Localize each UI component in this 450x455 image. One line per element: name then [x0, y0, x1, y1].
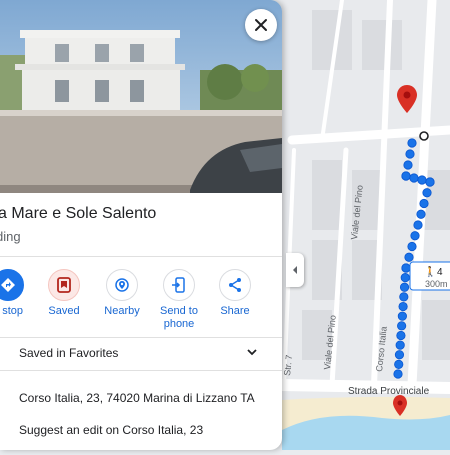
chevron-down-icon[interactable] [246, 346, 258, 358]
address-row[interactable]: Corso Italia, 23, 74020 Marina di Lizzan… [19, 391, 255, 405]
saved-label: Saved [48, 305, 80, 317]
walk-duration-badge[interactable]: 🚶 4 300m [409, 261, 450, 291]
house-photo-image [0, 0, 282, 193]
place-category: ding [0, 229, 21, 244]
directions-button[interactable]: d stop [0, 269, 38, 318]
route-dot [395, 340, 405, 350]
saved-in-favorites-row[interactable]: Saved in Favorites [19, 346, 118, 360]
directions-label: d stop [0, 305, 23, 317]
nearby-label: Nearby [104, 305, 140, 317]
route-dot [419, 198, 429, 209]
send-to-phone-icon [163, 269, 195, 301]
collapse-panel-button[interactable] [286, 253, 304, 287]
route-dot [394, 359, 404, 369]
start-point-icon [419, 131, 429, 141]
nearby-icon [106, 269, 138, 301]
route-dot [422, 188, 432, 198]
map-view[interactable]: Viale del Pino Viale del Pino Corso Ital… [276, 0, 450, 450]
walk-icon: 🚶 [424, 265, 436, 278]
directions-icon [0, 269, 24, 301]
chevron-left-icon [293, 266, 297, 274]
route-dot [407, 138, 417, 148]
route-dot [399, 282, 410, 292]
share-label: Share [220, 305, 250, 317]
walk-duration: 4 [437, 267, 443, 278]
divider [0, 370, 282, 371]
route-dot [416, 209, 426, 219]
route-dot [404, 252, 414, 262]
route-dot [397, 311, 407, 321]
bookmark-icon [48, 269, 80, 301]
divider [0, 256, 282, 257]
send-to-phone-label: Send to phone [149, 305, 209, 331]
route-dot [407, 241, 417, 252]
route-dot [397, 321, 407, 331]
map-label-strada-provinciale: Strada Provinciale [348, 386, 430, 397]
route-dot [417, 175, 427, 185]
saved-button[interactable]: Saved [34, 269, 94, 318]
close-button[interactable] [245, 9, 277, 41]
place-panel: sa Mare e Sole Salento ding d stop Saved… [0, 0, 282, 450]
send-to-phone-button[interactable]: Send to phone [149, 269, 209, 331]
send-to-label-line2: phone [163, 318, 195, 330]
route-dot [405, 149, 415, 159]
close-icon [255, 19, 267, 31]
route-dot [409, 173, 419, 183]
route-dot [396, 330, 406, 341]
divider [0, 337, 282, 338]
place-title: sa Mare e Sole Salento [0, 205, 157, 222]
walk-distance: 300m [425, 279, 448, 289]
map-canvas: Viale del Pino Viale del Pino Corso Ital… [276, 0, 450, 450]
share-icon [219, 269, 251, 301]
route-dot [413, 220, 423, 230]
route-dot [425, 177, 435, 187]
share-button[interactable]: Share [205, 269, 265, 318]
route-dot [400, 273, 410, 283]
route-dot [399, 292, 409, 302]
route-dot [393, 369, 403, 379]
suggest-edit-row[interactable]: Suggest an edit on Corso Italia, 23 [19, 423, 203, 437]
route-dot [398, 301, 408, 312]
nearby-button[interactable]: Nearby [92, 269, 152, 318]
place-photo[interactable] [0, 0, 282, 193]
route-dot [401, 171, 411, 181]
route-dot [401, 263, 411, 273]
route-dot [394, 350, 405, 360]
send-to-label-line1: Send to [160, 305, 198, 317]
route-dot [410, 231, 420, 241]
route-dot [403, 160, 413, 170]
